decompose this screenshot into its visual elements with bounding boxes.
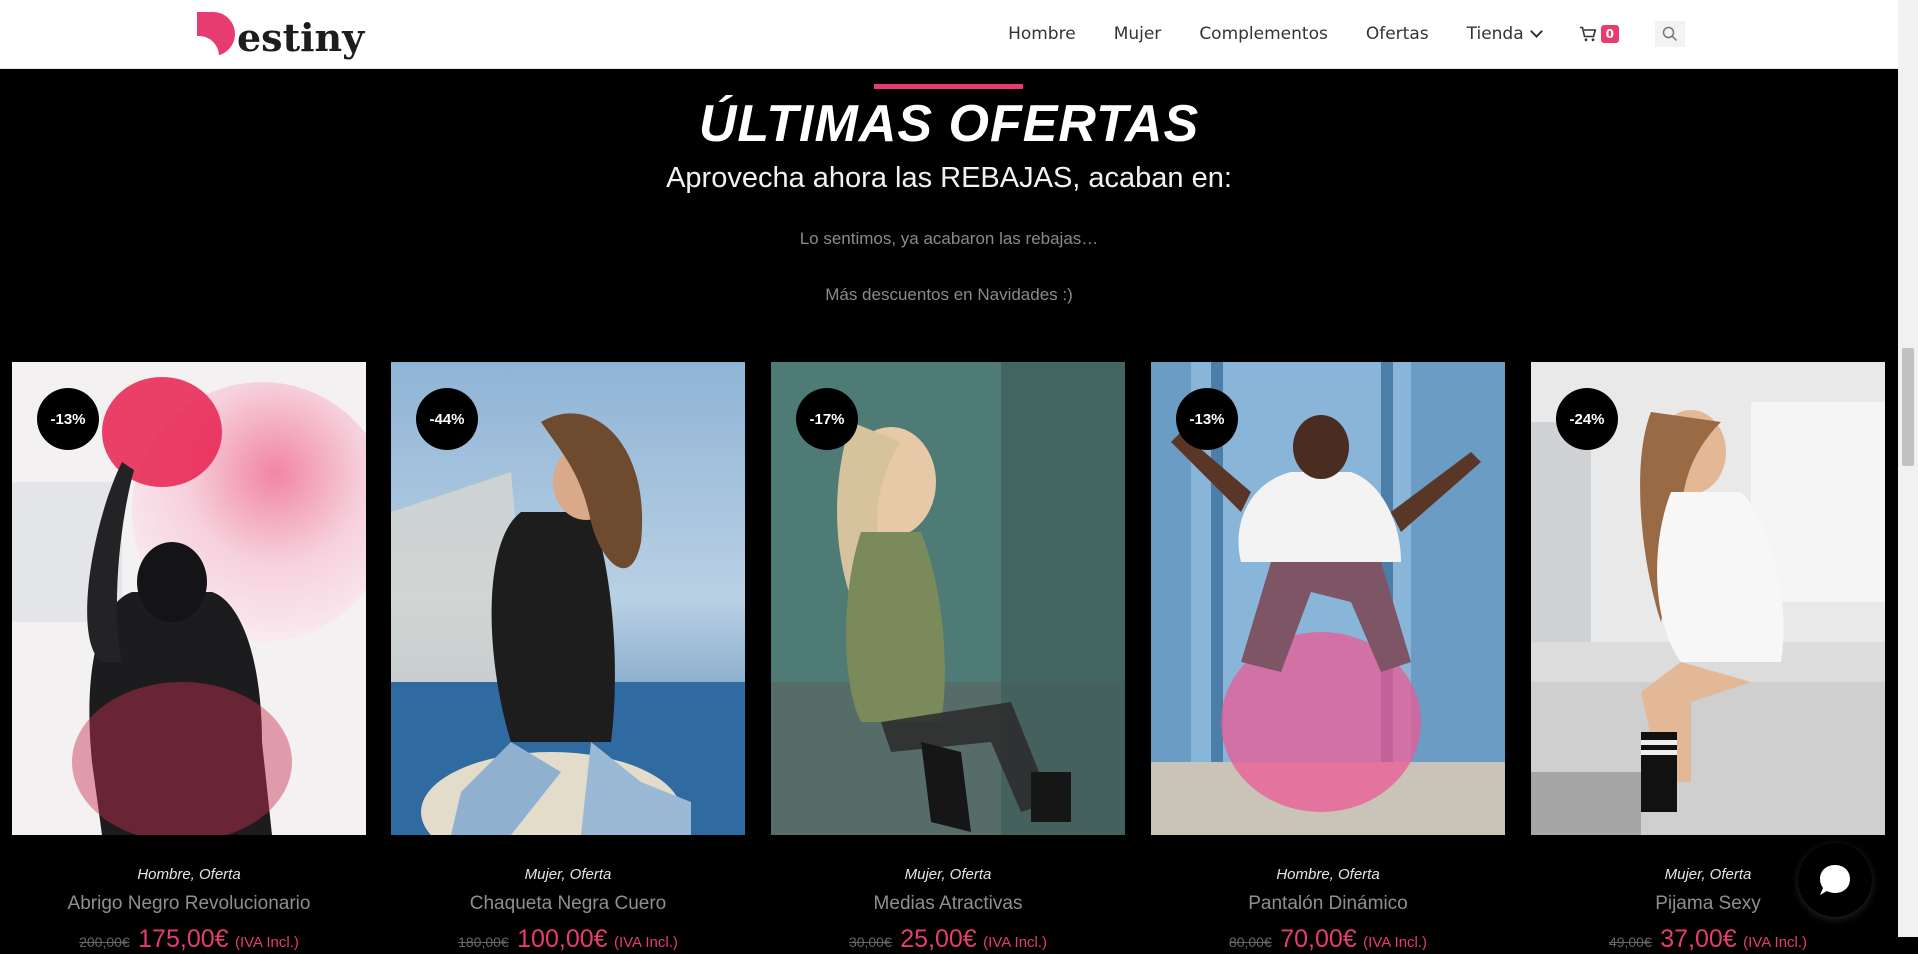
search-button[interactable]: [1655, 21, 1685, 47]
old-price: 180,00€: [458, 934, 509, 950]
search-icon: [1662, 26, 1678, 42]
cart-count-badge: 0: [1600, 25, 1619, 43]
nav-ofertas[interactable]: Ofertas: [1366, 24, 1429, 44]
product-name[interactable]: Chaqueta Negra Cuero: [391, 893, 745, 915]
old-price: 30,00€: [848, 934, 892, 950]
sale-price: 70,00€: [1280, 925, 1357, 953]
scrollbar-thumb[interactable]: [1902, 348, 1914, 466]
product-image[interactable]: -24%: [1531, 362, 1885, 835]
logo-text: estiny: [237, 14, 365, 60]
product-categories[interactable]: Mujer, Oferta: [771, 866, 1125, 883]
product-price: 49,00€ 37,00€ (IVA Incl.): [1531, 925, 1885, 954]
discount-badge: -13%: [37, 388, 99, 450]
sale-ended-note: Lo sentimos, ya acabaron las rebajas…: [799, 229, 1099, 248]
chat-bubble-icon: [1820, 865, 1850, 895]
product-image[interactable]: -13%: [12, 362, 366, 835]
product-categories[interactable]: Hombre, Oferta: [1151, 866, 1505, 883]
discount-badge: -13%: [1176, 388, 1238, 450]
nav-tienda-label: Tienda: [1466, 24, 1524, 44]
product-price: 180,00€ 100,00€ (IVA Incl.): [391, 925, 745, 954]
product-card[interactable]: -17% Mujer, Oferta Medias Atractivas 30,…: [771, 362, 1125, 954]
product-image[interactable]: -44%: [391, 362, 745, 835]
product-categories[interactable]: Mujer, Oferta: [391, 866, 745, 883]
main-nav: Hombre Mujer Complementos Ofertas Tienda…: [970, 0, 1685, 68]
nav-complementos[interactable]: Complementos: [1199, 24, 1328, 44]
nav-mujer[interactable]: Mujer: [1114, 24, 1162, 44]
section-title: ÚLTIMAS OFERTAS: [698, 95, 1200, 153]
product-price: 200,00€ 175,00€ (IVA Incl.): [12, 925, 366, 954]
product-categories[interactable]: Hombre, Oferta: [12, 866, 366, 883]
site-header: estiny Hombre Mujer Complementos Ofertas…: [0, 0, 1898, 69]
section-accent-line: [874, 84, 1023, 89]
site-logo[interactable]: estiny: [197, 8, 364, 60]
chevron-down-icon: [1529, 25, 1543, 38]
product-name[interactable]: Pantalón Dinámico: [1151, 893, 1505, 915]
more-discounts-note: Más descuentos en Navidades :): [825, 285, 1073, 304]
sale-price: 100,00€: [517, 925, 608, 953]
old-price: 80,00€: [1228, 934, 1272, 950]
sale-price: 175,00€: [138, 925, 229, 953]
sale-price: 37,00€: [1660, 925, 1737, 953]
chat-button[interactable]: [1798, 843, 1872, 917]
logo-mark: [197, 12, 235, 56]
product-name[interactable]: Abrigo Negro Revolucionario: [12, 893, 366, 915]
old-price: 200,00€: [79, 934, 130, 950]
discount-badge: -24%: [1556, 388, 1618, 450]
product-card[interactable]: -13% Hombre, Oferta Abrigo Negro Revoluc…: [12, 362, 366, 954]
product-image[interactable]: -17%: [771, 362, 1125, 835]
product-price: 30,00€ 25,00€ (IVA Incl.): [771, 925, 1125, 954]
section-subtitle: Aprovecha ahora las REBAJAS, acaban en:: [666, 162, 1232, 194]
cart-icon: [1579, 26, 1596, 42]
nav-hombre[interactable]: Hombre: [1008, 24, 1076, 44]
nav-tienda[interactable]: Tienda: [1466, 24, 1543, 44]
discount-badge: -44%: [416, 388, 478, 450]
sale-price: 25,00€: [900, 925, 977, 953]
page-scrollbar[interactable]: [1898, 0, 1918, 937]
old-price: 49,00€: [1608, 934, 1652, 950]
product-card[interactable]: -13% Hombre, Oferta Pantalón Dinámico 80…: [1151, 362, 1505, 954]
product-card[interactable]: -44% Mujer, Oferta Chaqueta Negra Cuero …: [391, 362, 745, 954]
product-image[interactable]: -13%: [1151, 362, 1505, 835]
discount-badge: -17%: [796, 388, 858, 450]
product-price: 80,00€ 70,00€ (IVA Incl.): [1151, 925, 1505, 954]
product-name[interactable]: Medias Atractivas: [771, 893, 1125, 915]
cart-button[interactable]: 0: [1579, 25, 1619, 43]
